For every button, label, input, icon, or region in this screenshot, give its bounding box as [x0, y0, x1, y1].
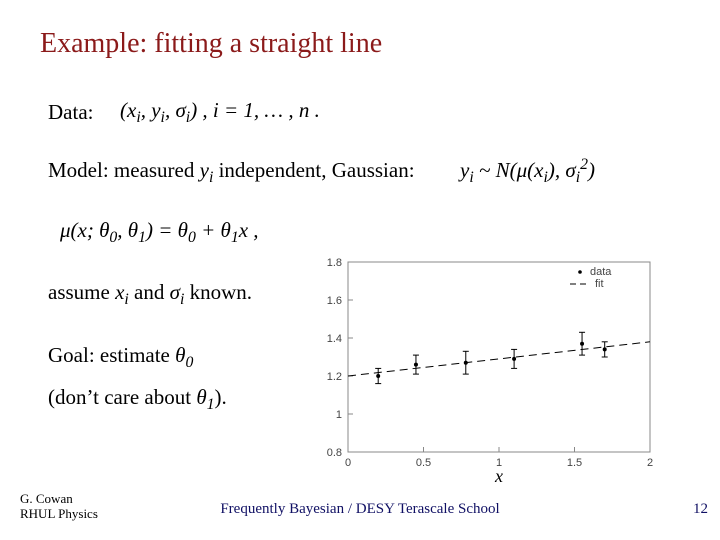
svg-text:1.8: 1.8 — [327, 257, 342, 269]
model-label: Model: measured yi independent, Gaussian… — [48, 158, 415, 187]
svg-text:1.4: 1.4 — [327, 333, 342, 345]
svg-text:0: 0 — [345, 457, 351, 469]
data-expression: (xi, yi, σi) , i = 1, … , n . — [120, 98, 320, 127]
dontcare-line: (don’t care about θ1). — [48, 385, 227, 414]
footer-center: Frequently Bayesian / DESY Terascale Sch… — [0, 501, 720, 518]
page-number: 12 — [693, 501, 708, 518]
distribution-expression: yi ~ N(μ(xi), σi2) — [460, 156, 595, 187]
data-label: Data: — [48, 100, 93, 125]
fit-chart: 00.511.520.811.21.41.61.8xydatafit — [300, 252, 660, 490]
svg-text:1.5: 1.5 — [567, 457, 582, 469]
svg-text:2: 2 — [647, 457, 653, 469]
svg-text:1.6: 1.6 — [327, 295, 342, 307]
svg-text:data: data — [590, 266, 612, 278]
svg-text:1.2: 1.2 — [327, 371, 342, 383]
slide-title: Example: fitting a straight line — [40, 28, 382, 60]
goal-line: Goal: estimate θ0 — [48, 343, 193, 372]
svg-text:fit: fit — [595, 278, 604, 290]
svg-text:1: 1 — [336, 409, 342, 421]
svg-text:0.5: 0.5 — [416, 457, 431, 469]
svg-text:0.8: 0.8 — [327, 447, 342, 459]
assume-line: assume xi and σi known. — [48, 280, 252, 309]
model-equation: μ(x; θ0, θ1) = θ0 + θ1x , — [60, 218, 259, 247]
svg-text:x: x — [494, 466, 503, 486]
